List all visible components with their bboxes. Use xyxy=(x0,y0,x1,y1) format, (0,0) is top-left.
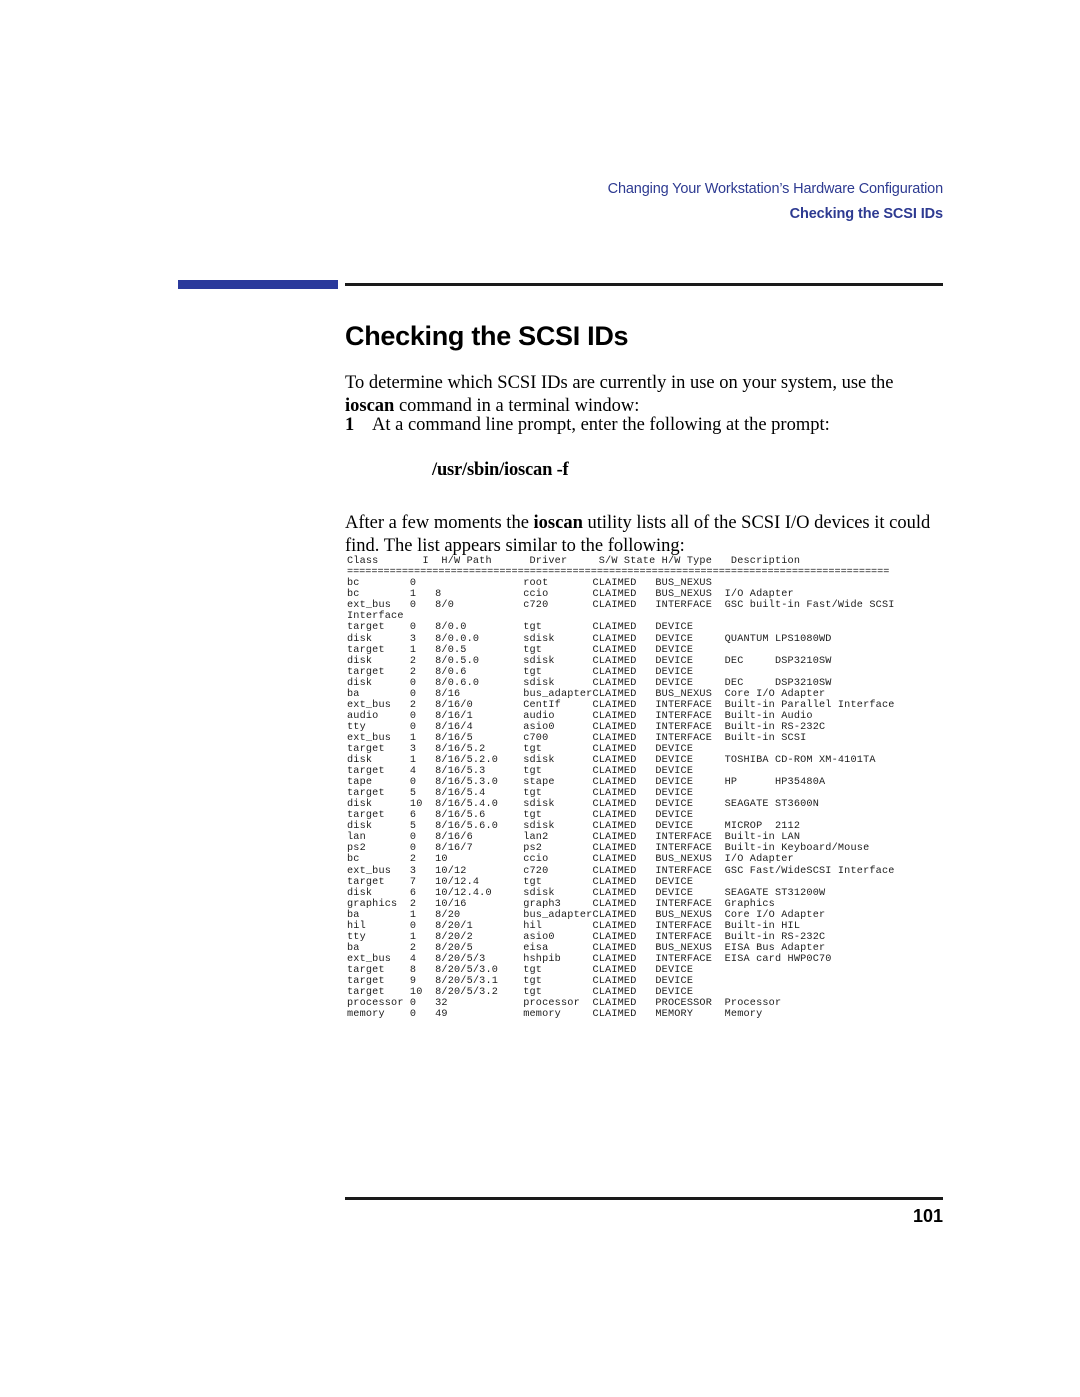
listing-line: bc 2 10 ccio CLAIMED BUS_NEXUS I/O Adapt… xyxy=(347,854,794,866)
listing-line: tape 0 8/16/5.3.0 stape CLAIMED DEVICE H… xyxy=(347,777,826,789)
listing-separator: ========================================… xyxy=(347,567,890,579)
listing-line: target 6 8/16/5.6 tgt CLAIMED DEVICE xyxy=(347,810,694,822)
listing-line: Class I H/W Path Driver S/W State H/W Ty… xyxy=(347,556,801,568)
listing-line: disk 3 8/0.0.0 sdisk CLAIMED DEVICE QUAN… xyxy=(347,633,832,645)
footer-rule xyxy=(345,1197,943,1200)
listing-line: target 8 8/20/5/3.0 tgt CLAIMED DEVICE xyxy=(347,964,694,976)
listing-line: memory 0 49 memory CLAIMED MEMORY Memory xyxy=(347,1009,763,1021)
listing-line: bc 0 root CLAIMED BUS_NEXUS xyxy=(347,578,713,590)
step-1: 1 At a command line prompt, enter the fo… xyxy=(345,414,945,438)
intro-text-part1: To determine which SCSI IDs are currentl… xyxy=(345,372,894,393)
listing-line: bc 1 8 ccio CLAIMED BUS_NEXUS I/O Adapte… xyxy=(347,589,794,601)
listing-line: target 4 8/16/5.3 tgt CLAIMED DEVICE xyxy=(347,766,694,778)
step-number: 1 xyxy=(345,415,355,435)
listing-line: audio 0 8/16/1 audio CLAIMED INTERFACE B… xyxy=(347,710,813,722)
listing-line: target 7 10/12.4 tgt CLAIMED DEVICE xyxy=(347,876,694,888)
intro-text-part2: command in a terminal window: xyxy=(394,396,640,416)
listing-line: disk 5 8/16/5.6.0 sdisk CLAIMED DEVICE M… xyxy=(347,821,801,833)
listing-line: target 3 8/16/5.2 tgt CLAIMED DEVICE xyxy=(347,743,694,755)
listing-line: target 0 8/0.0 tgt CLAIMED DEVICE xyxy=(347,622,694,634)
listing-line: ba 2 8/20/5 eisa CLAIMED BUS_NEXUS EISA … xyxy=(347,942,826,954)
listing-line: Interface xyxy=(347,611,404,623)
listing-line: tty 0 8/16/4 asio0 CLAIMED INTERFACE Bui… xyxy=(347,721,826,733)
listing-line: ext_bus 0 8/0 c720 CLAIMED INTERFACE GSC… xyxy=(347,600,895,612)
listing-line: ext_bus 1 8/16/5 c700 CLAIMED INTERFACE … xyxy=(347,732,807,744)
listing-line: target 9 8/20/5/3.1 tgt CLAIMED DEVICE xyxy=(347,975,694,987)
listing-line: ext_bus 3 10/12 c720 CLAIMED INTERFACE G… xyxy=(347,865,895,877)
title-horizontal-rule xyxy=(345,283,943,286)
listing-line: ba 1 8/20 bus_adapterCLAIMED BUS_NEXUS C… xyxy=(347,909,826,921)
listing-line: disk 10 8/16/5.4.0 sdisk CLAIMED DEVICE … xyxy=(347,799,820,811)
page-title: Checking the SCSI IDs xyxy=(345,321,629,352)
listing-line: target 5 8/16/5.4 tgt CLAIMED DEVICE xyxy=(347,788,694,800)
page-number: 101 xyxy=(912,1206,943,1226)
listing-line: ps2 0 8/16/7 ps2 CLAIMED INTERFACE Built… xyxy=(347,843,870,855)
after-paragraph: After a few moments the ioscan utility l… xyxy=(345,512,945,559)
running-header-chapter: Changing Your Workstation’s Hardware Con… xyxy=(607,181,943,197)
after-text-part1: After a few moments the xyxy=(345,512,534,533)
ioscan-output-listing: Class I H/W Path Driver S/W State H/W Ty… xyxy=(347,556,987,1020)
listing-line: target 2 8/0.6 tgt CLAIMED DEVICE xyxy=(347,666,694,678)
listing-line: target 1 8/0.5 tgt CLAIMED DEVICE xyxy=(347,644,694,656)
listing-line: ext_bus 2 8/16/0 CentIf CLAIMED INTERFAC… xyxy=(347,699,895,711)
listing-line: target 10 8/20/5/3.2 tgt CLAIMED DEVICE xyxy=(347,987,694,999)
listing-line: ext_bus 4 8/20/5/3 hshpib CLAIMED INTERF… xyxy=(347,953,832,965)
listing-line: graphics 2 10/16 graph3 CLAIMED INTERFAC… xyxy=(347,898,775,910)
listing-line: hil 0 8/20/1 hil CLAIMED INTERFACE Built… xyxy=(347,920,801,932)
after-command-name: ioscan xyxy=(533,512,583,533)
intro-paragraph: To determine which SCSI IDs are currentl… xyxy=(345,372,945,419)
step-text: At a command line prompt, enter the foll… xyxy=(372,415,830,435)
command-text: /usr/sbin/ioscan -f xyxy=(432,460,569,480)
title-accent-bar xyxy=(178,280,338,289)
running-header: Changing Your Workstation’s Hardware Con… xyxy=(345,180,943,223)
listing-line: tty 1 8/20/2 asio0 CLAIMED INTERFACE Bui… xyxy=(347,931,826,943)
listing-line: disk 2 8/0.5.0 sdisk CLAIMED DEVICE DEC … xyxy=(347,655,832,667)
listing-line: disk 6 10/12.4.0 sdisk CLAIMED DEVICE SE… xyxy=(347,887,826,899)
listing-line: processor 0 32 processor CLAIMED PROCESS… xyxy=(347,998,782,1010)
intro-command-name: ioscan xyxy=(345,396,395,416)
running-header-section: Checking the SCSI IDs xyxy=(789,206,944,222)
listing-line: disk 0 8/0.6.0 sdisk CLAIMED DEVICE DEC … xyxy=(347,677,832,689)
listing-line: disk 1 8/16/5.2.0 sdisk CLAIMED DEVICE T… xyxy=(347,755,876,767)
listing-line: ba 0 8/16 bus_adapterCLAIMED BUS_NEXUS C… xyxy=(347,688,826,700)
listing-line: lan 0 8/16/6 lan2 CLAIMED INTERFACE Buil… xyxy=(347,832,801,844)
